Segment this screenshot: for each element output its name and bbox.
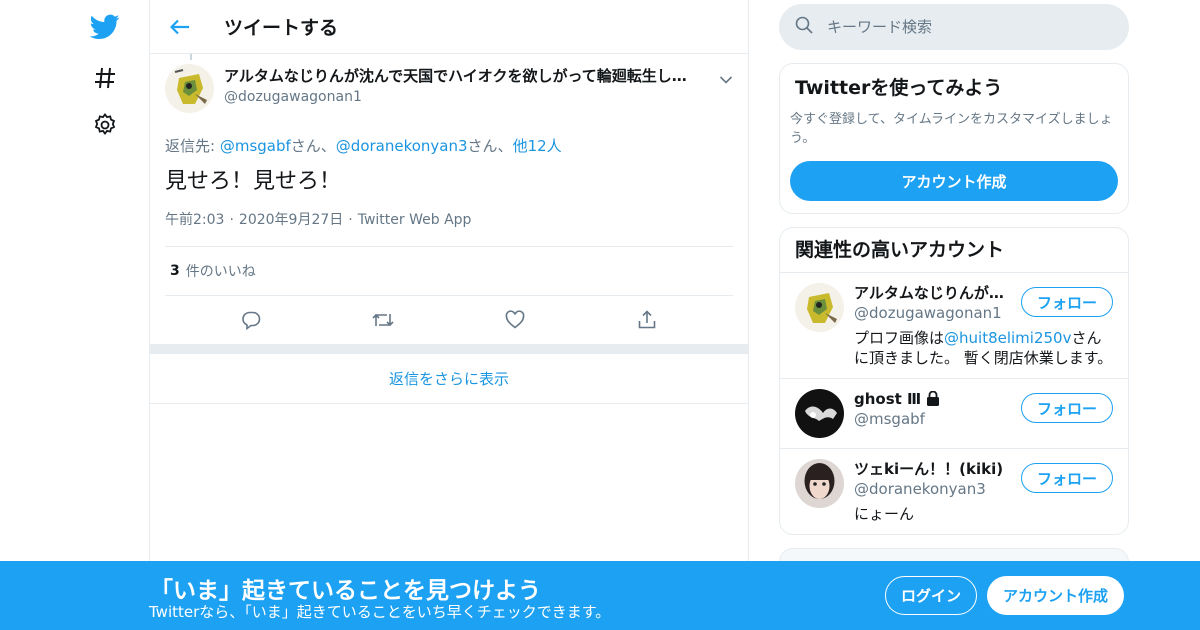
account-name[interactable]: ツェkiーん！！(kiki) (854, 459, 1014, 479)
account-avatar[interactable] (795, 283, 844, 332)
main-column: ツイートする アルタムなじりんが沈んで天国でハイオクを欲しがって輪廻転生し… @… (149, 0, 749, 630)
reply-suffix: さん、 (290, 137, 336, 155)
author-name[interactable]: アルタムなじりんが沈んで天国でハイオクを欲しがって輪廻転生し… (224, 64, 694, 88)
login-button[interactable]: ログイン (885, 576, 977, 615)
account-bio: プロフ画像は@huit8elimi250vさんに頂きました。 暫く閉店休業します… (854, 328, 1114, 368)
account-name-text: ghost Ⅲ (854, 390, 922, 408)
follow-button[interactable]: フォロー (1021, 463, 1113, 493)
replying-to: 返信先: @msgabfさん、@doranekonyan3さん、他12人 (165, 136, 733, 156)
like-heart-icon[interactable] (497, 302, 533, 338)
meta-separator: · (229, 212, 234, 228)
thread-line (190, 54, 192, 60)
create-account-button[interactable]: アカウント作成 (790, 161, 1118, 201)
back-arrow-icon[interactable] (150, 0, 210, 54)
related-account[interactable]: ghost Ⅲ @msgabf フォロー (780, 379, 1128, 449)
tweet-author: アルタムなじりんが沈んで天国でハイオクを欲しがって輪廻転生し… @dozugaw… (165, 64, 733, 122)
like-count: 3 (170, 263, 180, 279)
tweet-source[interactable]: Twitter Web App (358, 212, 472, 228)
search-input[interactable] (827, 18, 1107, 36)
account-name[interactable]: ghost Ⅲ (854, 389, 1014, 409)
search-bar[interactable] (779, 4, 1129, 50)
show-more-replies-link[interactable]: 返信をさらに表示 (150, 354, 748, 404)
tweet-time[interactable]: 午前2:03 (165, 212, 224, 228)
share-icon[interactable] (629, 302, 665, 338)
signup-card-desc: 今すぐ登録して、タイムラインをカスタマイズしましょう。 (790, 112, 1113, 146)
related-accounts-header: 関連性の高いアカウント (780, 228, 1128, 273)
follow-button[interactable]: フォロー (1021, 287, 1113, 317)
reply-others-link[interactable]: 他12人 (513, 137, 562, 155)
related-accounts-title: 関連性の高いアカウント (795, 239, 1005, 261)
reply-suffix: さん、 (467, 137, 513, 155)
chevron-down-icon[interactable] (719, 70, 733, 89)
account-handle[interactable]: @msgabf (854, 409, 1014, 429)
account-bio-text: プロフ画像は (854, 329, 945, 347)
signup-card-title: Twitterを使ってみよう (795, 77, 1003, 99)
twitter-logo-icon[interactable] (90, 12, 120, 42)
retweet-icon[interactable] (365, 302, 401, 338)
related-account[interactable]: アルタムなじりんが… @dozugawagonan1 プロフ画像は@huit8e… (780, 273, 1128, 379)
tweet-text: 見せろ！見せろ！ (165, 169, 342, 194)
main-header: ツイートする (150, 0, 748, 54)
page-title: ツイートする (224, 17, 339, 39)
author-avatar[interactable] (165, 64, 214, 113)
signup-button[interactable]: アカウント作成 (987, 576, 1124, 615)
bottom-bar-title: 「いま」起きていることを見つけよう (150, 578, 541, 604)
tweet-meta: 午前2:03 · 2020年9月27日 · Twitter Web App (165, 210, 733, 230)
reply-icon[interactable] (233, 302, 269, 338)
account-avatar[interactable] (795, 389, 844, 438)
bottom-signup-bar: 「いま」起きていることを見つけよう Twitterなら、「いま」起きていることを… (0, 561, 1200, 630)
settings-gear-icon[interactable] (90, 110, 120, 140)
reply-to-link-1[interactable]: @msgabf (220, 137, 291, 155)
likes-row[interactable]: 3 件のいいね (165, 246, 733, 296)
account-bio: にょーん (854, 505, 915, 523)
author-handle[interactable]: @dozugawagonan1 (224, 88, 694, 106)
search-icon (795, 16, 813, 38)
right-sidebar: Twitterを使ってみよう 今すぐ登録して、タイムラインをカスタマイズしましょ… (779, 0, 1129, 535)
account-handle[interactable]: @doranekonyan3 (854, 479, 1014, 499)
reply-to-link-2[interactable]: @doranekonyan3 (336, 137, 468, 155)
lock-icon (926, 390, 940, 408)
tweet-date[interactable]: 2020年9月27日 (239, 212, 343, 228)
section-divider (150, 344, 748, 354)
tweet-actions (165, 296, 733, 344)
follow-button[interactable]: フォロー (1021, 393, 1113, 423)
account-handle[interactable]: @dozugawagonan1 (854, 303, 1014, 323)
like-label: 件のいいね (185, 264, 256, 280)
bottom-bar-subtitle: Twitterなら、「いま」起きていることをいち早くチェックできます。 (149, 603, 611, 621)
explore-hashtag-icon[interactable] (90, 63, 120, 93)
related-account[interactable]: ツェkiーん！！(kiki) @doranekonyan3 にょーん フォロー (780, 449, 1128, 534)
tweet: アルタムなじりんが沈んで天国でハイオクを欲しがって輪廻転生し… @dozugaw… (150, 54, 748, 344)
account-name[interactable]: アルタムなじりんが… (854, 283, 1014, 303)
account-avatar[interactable] (795, 459, 844, 508)
left-nav (0, 0, 150, 630)
replying-prefix: 返信先: (165, 137, 220, 155)
account-bio-link[interactable]: @huit8elimi250v (944, 329, 1071, 347)
meta-separator: · (348, 212, 353, 228)
related-accounts-card: 関連性の高いアカウント アルタムなじりんが… @dozugawagonan1 プ… (779, 227, 1129, 535)
signup-card: Twitterを使ってみよう 今すぐ登録して、タイムラインをカスタマイズしましょ… (779, 63, 1129, 214)
